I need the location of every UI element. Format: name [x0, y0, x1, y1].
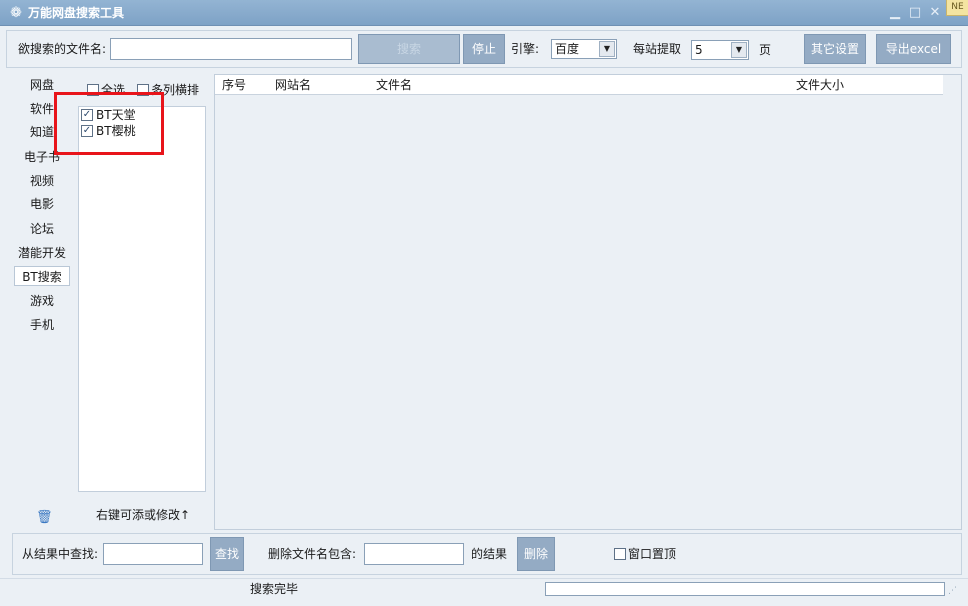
other-settings-button[interactable]: 其它设置 [804, 34, 866, 64]
title-bar[interactable]: ❁ 万能网盘搜索工具 ▁ □ ✕ NE [0, 0, 968, 26]
category-video[interactable]: 视频 [14, 171, 70, 191]
engine-value: 百度 [555, 42, 580, 56]
category-movie[interactable]: 电影 [14, 194, 70, 214]
page-unit-label: 页 [759, 43, 772, 57]
chevron-down-icon[interactable]: ▼ [731, 42, 747, 58]
maximize-icon[interactable]: □ [906, 4, 924, 22]
delete-label: 删除文件名包含: [268, 547, 357, 561]
filename-label: 欲搜索的文件名: [18, 42, 107, 56]
results-grid[interactable]: 序号 网站名 文件名 文件大小 [214, 74, 962, 530]
delete-input[interactable] [364, 543, 464, 565]
progress-bar [545, 582, 945, 596]
result-suffix-label: 的结果 [471, 547, 508, 561]
highlight-box [54, 92, 164, 155]
category-mobile[interactable]: 手机 [14, 315, 70, 335]
per-site-value: 5 [695, 43, 703, 57]
recycle-bin-icon[interactable]: 🗑 [36, 510, 53, 526]
column-site-name[interactable]: 网站名 [275, 77, 311, 93]
search-toolbar: 欲搜索的文件名: 搜索 停止 引擎: 百度 ▼ 每站提取 5 ▼ 页 其它设置 … [6, 30, 962, 68]
category-games[interactable]: 游戏 [14, 291, 70, 311]
pin-window-checkbox[interactable] [614, 548, 626, 560]
corner-badge: NE [946, 0, 968, 16]
status-text: 搜索完毕 [250, 582, 299, 596]
find-button[interactable]: 查找 [210, 537, 244, 571]
find-label: 从结果中查找: [22, 547, 99, 561]
pin-window-label: 窗口置顶 [628, 547, 677, 561]
category-potential[interactable]: 潜能开发 [14, 243, 70, 263]
app-icon: ❁ [10, 5, 22, 21]
per-site-label: 每站提取 [633, 42, 682, 56]
column-index[interactable]: 序号 [222, 77, 246, 93]
site-hint: 右键可添或修改↑ [96, 508, 191, 522]
filter-bar: 从结果中查找: 查找 删除文件名包含: 的结果 删除 窗口置顶 [12, 533, 962, 575]
window-title: 万能网盘搜索工具 [28, 6, 125, 20]
category-forum[interactable]: 论坛 [14, 219, 70, 239]
engine-label: 引擎: [511, 42, 540, 56]
category-bt-search[interactable]: BT搜索 [14, 266, 70, 286]
resize-grip-icon[interactable]: ⋰ [948, 585, 960, 597]
status-bar: 搜索完毕 ⋰ [0, 578, 968, 606]
per-site-select[interactable]: 5 ▼ [691, 40, 749, 60]
chevron-down-icon[interactable]: ▼ [599, 41, 615, 57]
column-file-size[interactable]: 文件大小 [796, 77, 844, 93]
site-list[interactable]: ✓ BT天堂 ✓ BT樱桃 [78, 106, 206, 492]
grid-header: 序号 网站名 文件名 文件大小 [215, 75, 943, 95]
engine-select[interactable]: 百度 ▼ [551, 39, 617, 59]
stop-button[interactable]: 停止 [463, 34, 505, 64]
export-excel-button[interactable]: 导出excel [876, 34, 951, 64]
minimize-icon[interactable]: ▁ [886, 4, 904, 22]
column-file-name[interactable]: 文件名 [376, 77, 412, 93]
close-icon[interactable]: ✕ [926, 4, 944, 22]
search-button[interactable]: 搜索 [358, 34, 460, 64]
filename-input[interactable] [110, 38, 352, 60]
delete-button[interactable]: 删除 [517, 537, 555, 571]
find-input[interactable] [103, 543, 203, 565]
